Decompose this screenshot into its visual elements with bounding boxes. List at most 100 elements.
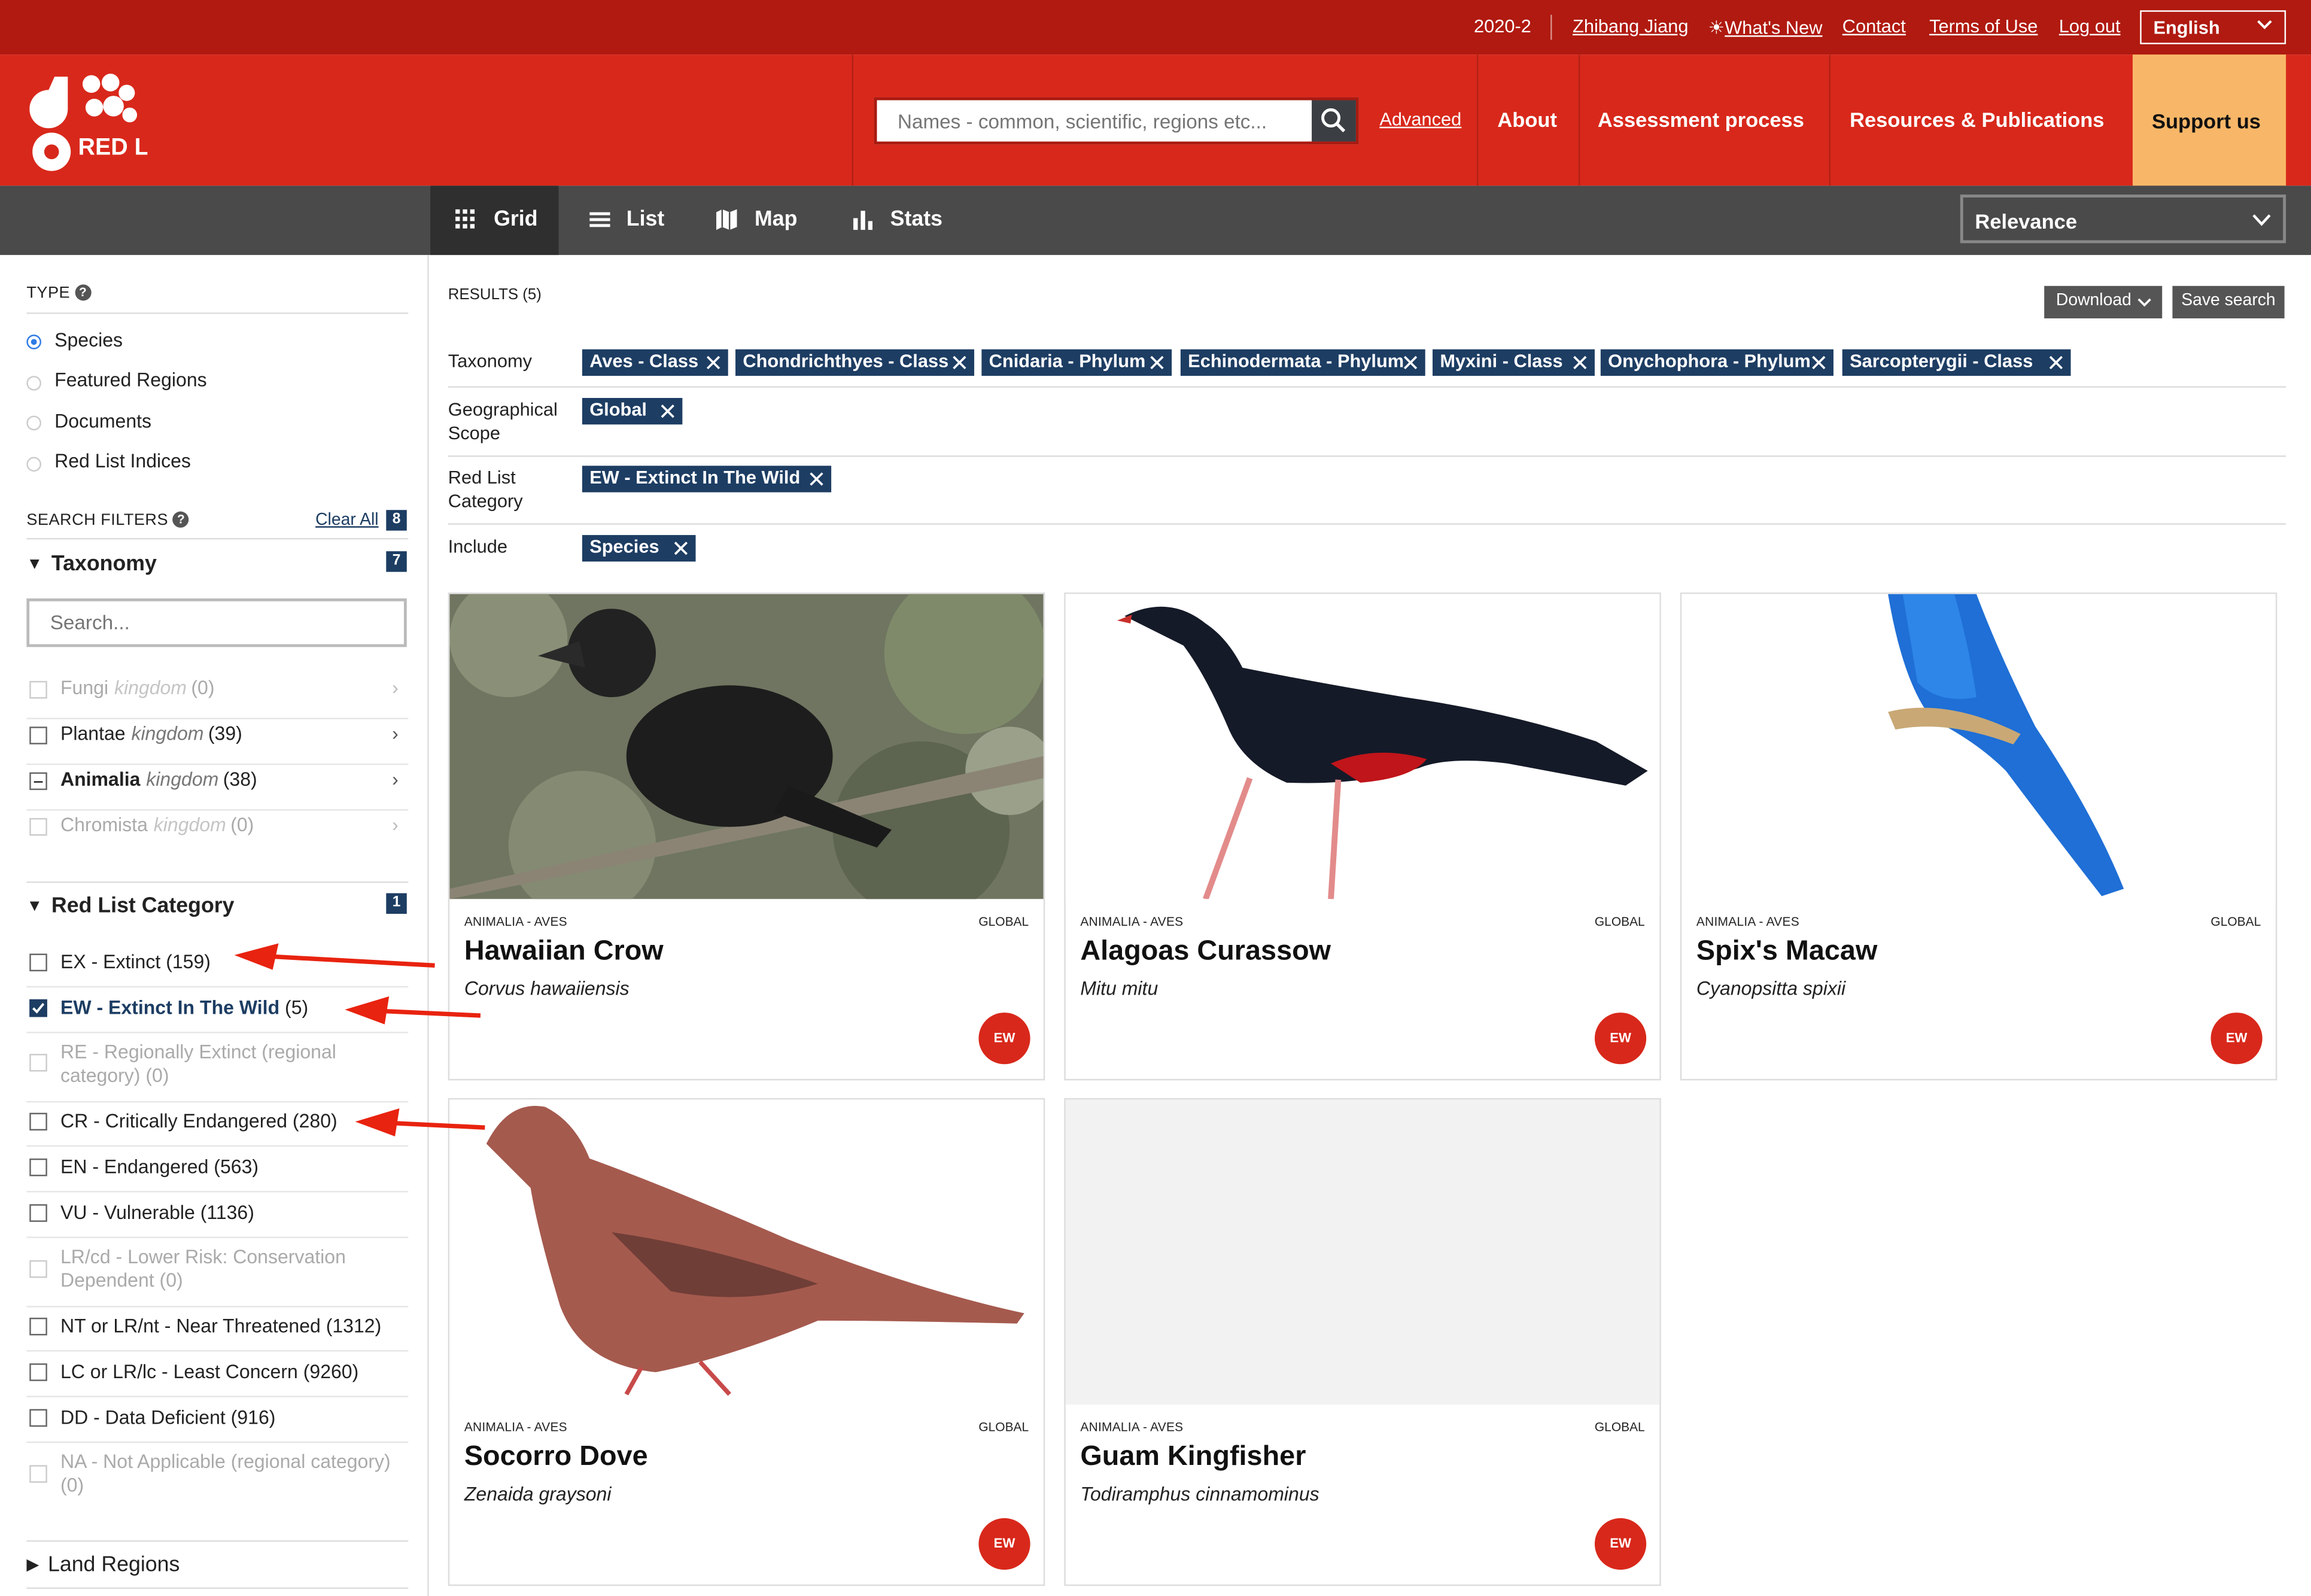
filter-chip[interactable]: Echinodermata - Phylum	[1180, 349, 1425, 376]
language-select[interactable]: English	[2140, 10, 2286, 44]
species-card[interactable]: ANIMALIA - AVES GLOBAL Guam Kingfisher T…	[1064, 1098, 1661, 1586]
chevron-right-icon[interactable]: ›	[392, 722, 399, 744]
taxonomy-search-input[interactable]	[29, 601, 404, 645]
filter-chip[interactable]: Myxini - Class	[1433, 349, 1595, 376]
checkbox-ex[interactable]	[29, 953, 47, 972]
category-item-ew[interactable]: EW - Extinct In The Wild (5)	[60, 996, 308, 1020]
taxonomy-item-plantae[interactable]: Plantae kingdom (39)	[60, 722, 242, 746]
checkbox-en[interactable]	[29, 1158, 47, 1177]
filter-chip[interactable]: Chondrichthyes - Class	[735, 349, 975, 376]
ew-status-badge: EW	[2210, 1013, 2263, 1065]
category-item-na[interactable]: NA - Not Applicable (regional category) …	[60, 1451, 399, 1498]
filter-chip[interactable]: EW - Extinct In The Wild	[582, 466, 832, 493]
divider	[26, 986, 409, 988]
radio-documents[interactable]	[26, 415, 41, 431]
check-icon	[32, 1003, 45, 1014]
search-button[interactable]	[1312, 100, 1356, 142]
support-us-button[interactable]: Support us	[2132, 54, 2286, 186]
checkbox-ew[interactable]	[29, 999, 47, 1017]
tab-grid[interactable]: Grid	[430, 186, 559, 256]
tab-stats[interactable]: Stats	[825, 186, 966, 255]
checkbox-animalia[interactable]	[29, 772, 47, 791]
filter-chip[interactable]: Aves - Class	[582, 349, 728, 376]
checkbox-dd[interactable]	[29, 1409, 47, 1427]
caret-down-icon: ▼	[26, 897, 43, 916]
radio-label[interactable]: Red List Indices	[54, 449, 191, 472]
whats-new-link[interactable]: ☀What's New	[1708, 16, 1823, 38]
checkbox-fungi[interactable]	[29, 680, 47, 699]
divider	[26, 1236, 409, 1238]
clear-all-link[interactable]: Clear All	[315, 512, 378, 530]
divider	[26, 1350, 409, 1352]
tab-map[interactable]: Map	[691, 186, 824, 255]
search-input[interactable]	[877, 100, 1307, 142]
help-icon[interactable]: ?	[173, 511, 190, 528]
species-photo	[1681, 594, 2276, 899]
radio-red-list-indices[interactable]	[26, 457, 41, 472]
checkbox-na[interactable]	[29, 1465, 47, 1483]
tab-list[interactable]: List	[564, 186, 689, 255]
category-item-en[interactable]: EN - Endangered (563)	[60, 1156, 259, 1179]
filter-chip[interactable]: Species	[582, 535, 696, 562]
help-icon[interactable]: ?	[75, 284, 92, 301]
checkbox-plantae[interactable]	[29, 726, 47, 744]
radio-featured-regions[interactable]	[26, 376, 41, 391]
red-list-logo[interactable]: RED LIST	[29, 71, 186, 174]
category-item-re[interactable]: RE - Regionally Extinct (regional catego…	[60, 1041, 370, 1088]
filter-sidebar: TYPE ? Species Featured Regions Document…	[0, 255, 429, 1596]
radio-label[interactable]: Species	[54, 329, 123, 351]
filter-chip[interactable]: Global	[582, 398, 683, 425]
category-item-cr[interactable]: CR - Critically Endangered (280)	[60, 1110, 337, 1133]
contact-link[interactable]: Contact	[1842, 16, 1906, 37]
nav-assessment-process[interactable]: Assessment process	[1598, 108, 1804, 131]
checkbox-lc[interactable]	[29, 1363, 47, 1381]
chevron-right-icon[interactable]: ›	[392, 768, 399, 790]
filter-chip[interactable]: Sarcopterygii - Class	[1842, 349, 2071, 376]
taxonomy-item-fungi[interactable]: Fungi kingdom (0)	[60, 677, 215, 700]
species-card[interactable]: ANIMALIA - AVES GLOBAL Socorro Dove Zena…	[448, 1098, 1045, 1586]
radio-label[interactable]: Documents	[54, 410, 151, 432]
taxonomy-search	[26, 598, 407, 647]
search-filters-heading: SEARCH FILTERS ?	[26, 511, 190, 529]
category-item-vu[interactable]: VU - Vulnerable (1136)	[60, 1201, 254, 1224]
species-card[interactable]: ANIMALIA - AVES GLOBAL Alagoas Curassow …	[1064, 592, 1661, 1081]
category-item-nt[interactable]: NT or LR/nt - Near Threatened (1312)	[60, 1315, 381, 1338]
radio-species[interactable]	[26, 335, 41, 349]
chevron-right-icon[interactable]: ›	[392, 814, 399, 836]
category-item-lrcd[interactable]: LR/cd - Lower Risk: Conservation Depende…	[60, 1245, 370, 1293]
checkbox-re[interactable]	[29, 1054, 47, 1072]
taxonomy-label: ANIMALIA - AVES	[464, 914, 567, 929]
taxonomy-section-toggle[interactable]: ▼ Taxonomy	[26, 553, 157, 576]
sort-select[interactable]: Relevance	[1960, 194, 2286, 244]
checkbox-nt[interactable]	[29, 1317, 47, 1336]
chevron-right-icon[interactable]: ›	[392, 677, 399, 699]
category-item-lc[interactable]: LC or LR/lc - Least Concern (9260)	[60, 1360, 358, 1384]
logout-link[interactable]: Log out	[2059, 16, 2121, 37]
species-card[interactable]: ANIMALIA - AVES GLOBAL Hawaiian Crow Cor…	[448, 592, 1045, 1081]
close-icon	[2049, 355, 2063, 370]
nav-about[interactable]: About	[1497, 108, 1557, 131]
download-button[interactable]: Download	[2044, 285, 2163, 319]
divider	[1550, 14, 1552, 40]
checkbox-vu[interactable]	[29, 1204, 47, 1222]
user-link[interactable]: Zhibang Jiang	[1573, 16, 1688, 37]
radio-label[interactable]: Featured Regions	[54, 369, 207, 391]
nav-resources-publications[interactable]: Resources & Publications	[1850, 108, 2104, 131]
land-regions-toggle[interactable]: ▶ Land Regions	[26, 1554, 180, 1577]
common-name: Socorro Dove	[464, 1441, 648, 1473]
filter-chip[interactable]: Onychophora - Phylum	[1600, 349, 1833, 376]
checkbox-cr[interactable]	[29, 1112, 47, 1131]
species-card[interactable]: ANIMALIA - AVES GLOBAL Spix's Macaw Cyan…	[1680, 592, 2277, 1081]
save-search-button[interactable]: Save search	[2172, 285, 2285, 319]
divider	[448, 455, 2286, 457]
category-item-dd[interactable]: DD - Data Deficient (916)	[60, 1406, 275, 1430]
checkbox-lrcd[interactable]	[29, 1260, 47, 1278]
category-item-ex[interactable]: EX - Extinct (159)	[60, 951, 211, 974]
taxonomy-item-chromista[interactable]: Chromista kingdom (0)	[60, 814, 254, 837]
taxonomy-item-animalia[interactable]: Animalia kingdom (38)	[60, 768, 257, 791]
checkbox-chromista[interactable]	[29, 817, 47, 836]
red-list-category-toggle[interactable]: ▼ Red List Category	[26, 895, 234, 918]
filter-chip[interactable]: Cnidaria - Phylum	[981, 349, 1172, 376]
advanced-search-link[interactable]: Advanced	[1379, 109, 1461, 129]
terms-link[interactable]: Terms of Use	[1929, 16, 2038, 37]
